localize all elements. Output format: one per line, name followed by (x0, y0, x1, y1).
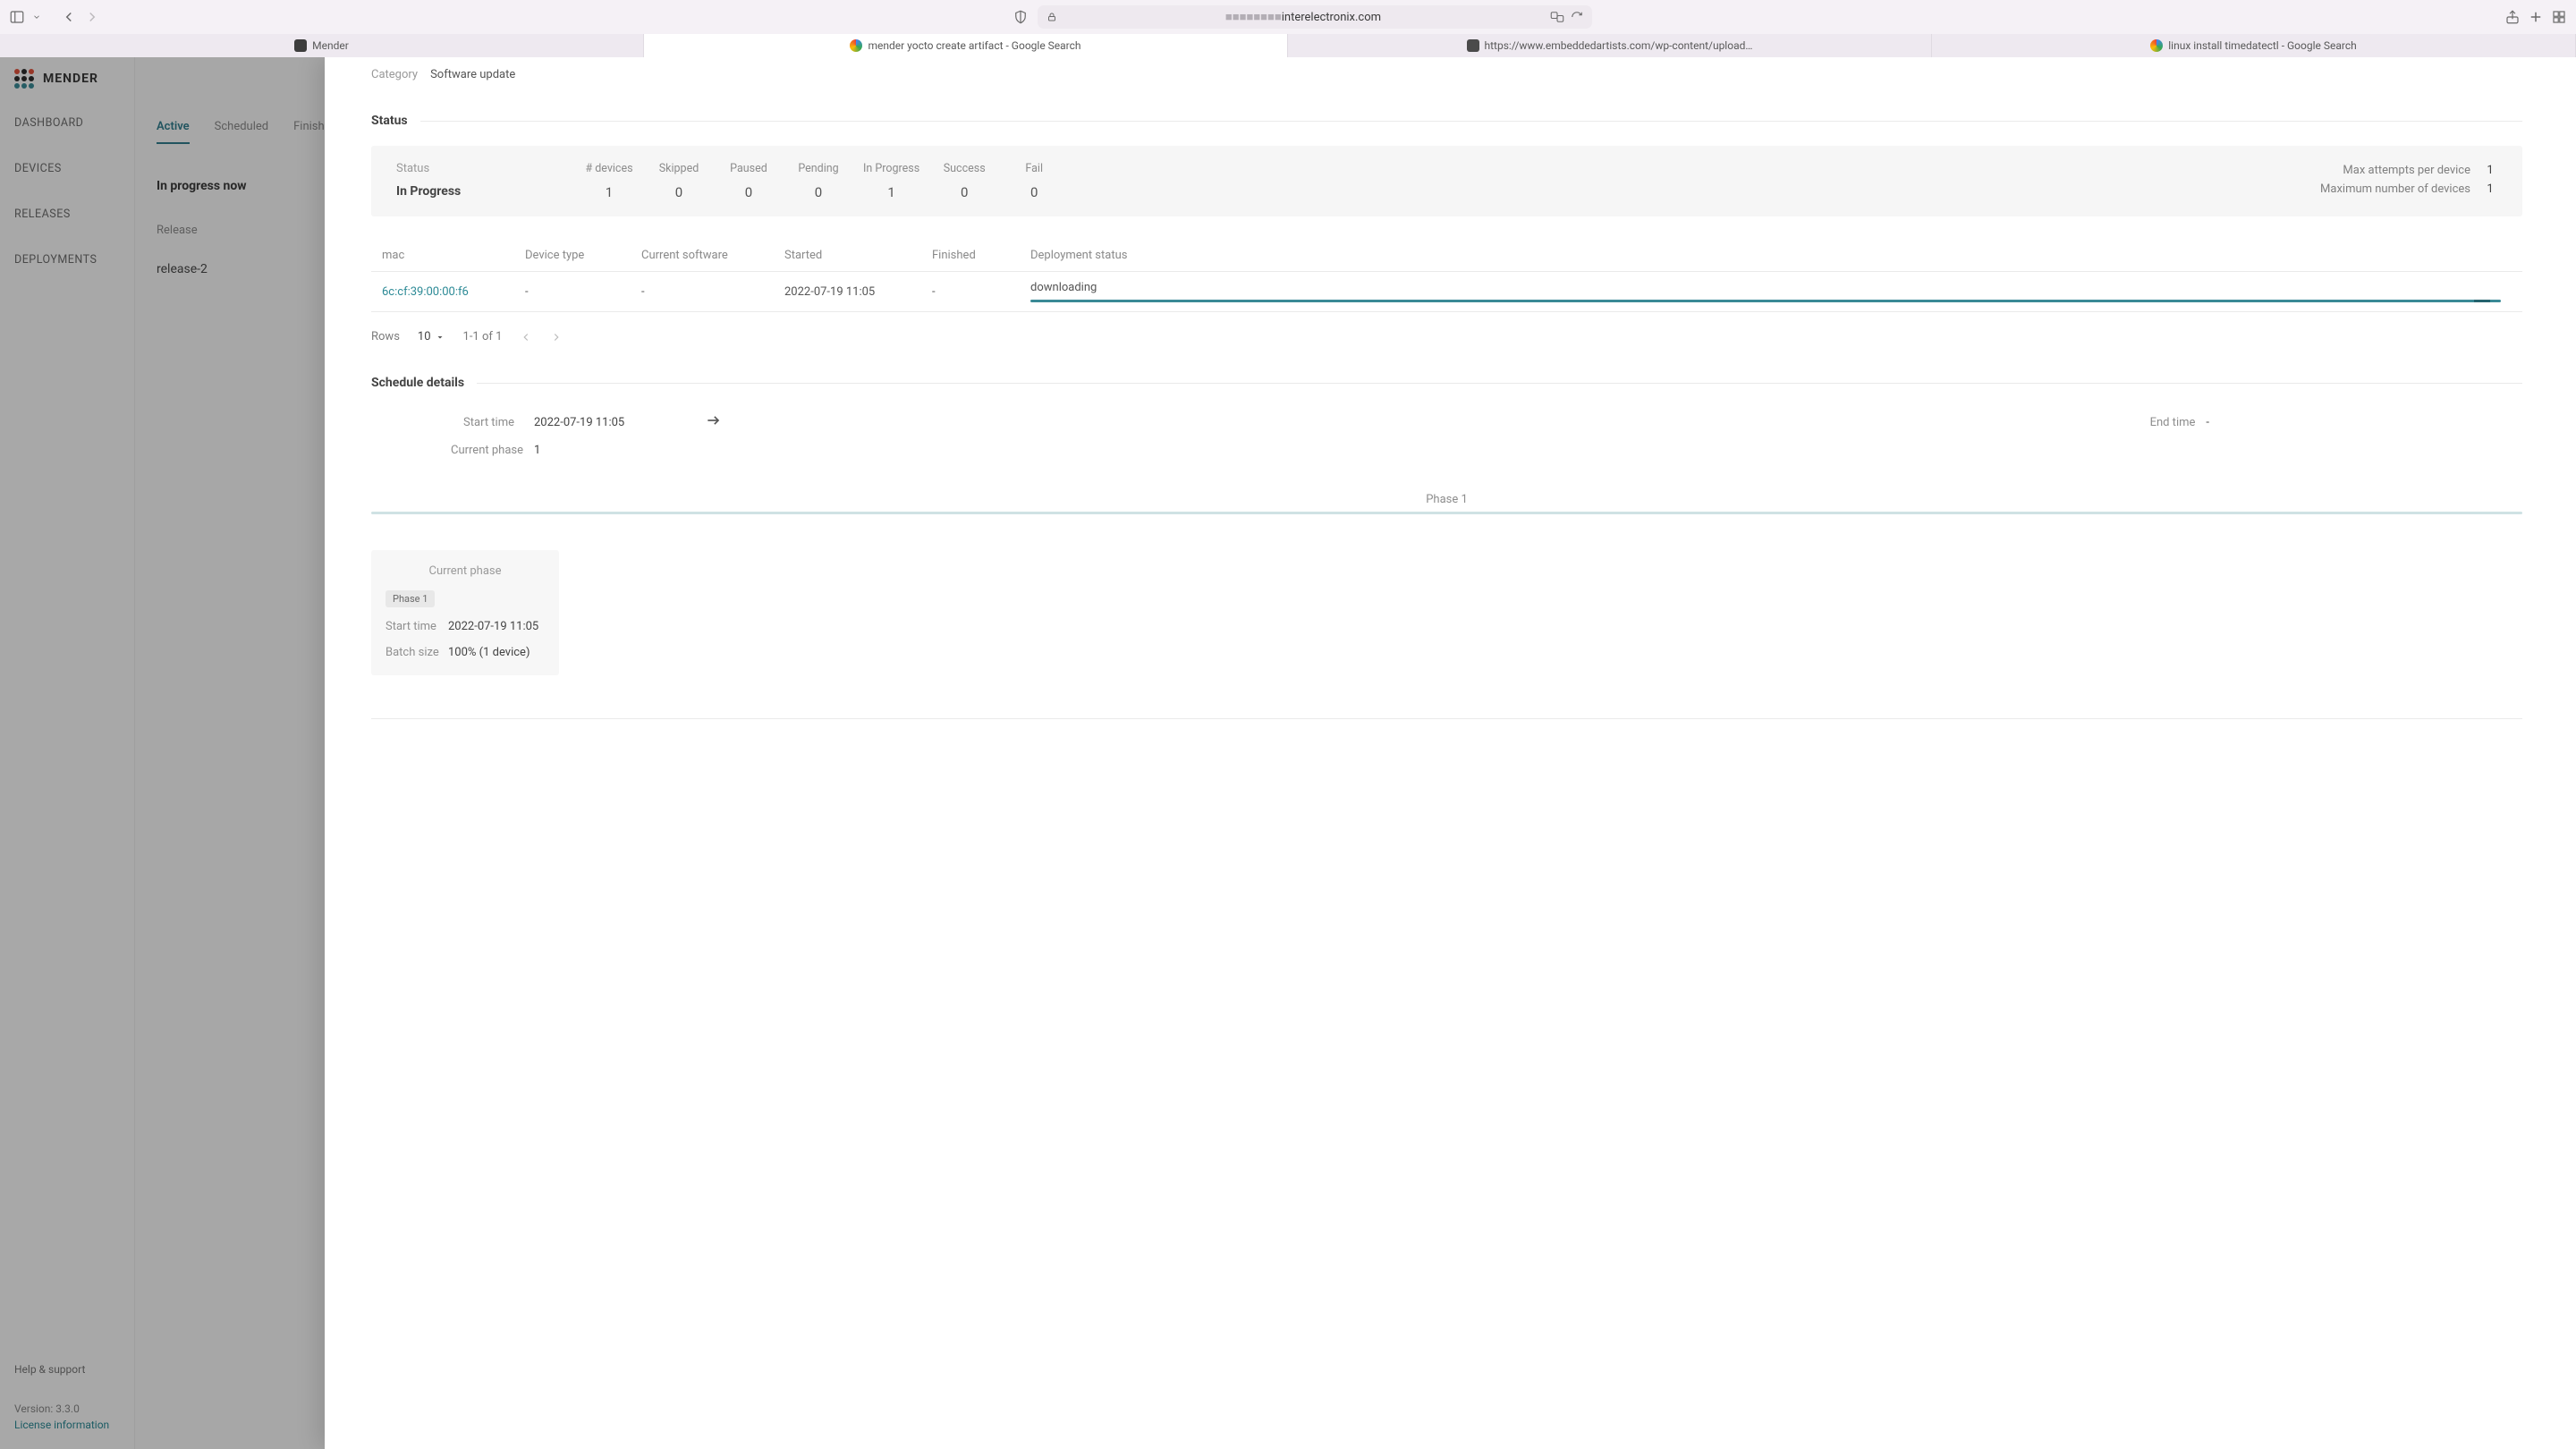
favicon-icon (850, 39, 862, 52)
page-prev-icon[interactable] (520, 331, 532, 343)
browser-tab[interactable]: https://www.embeddedartists.com/wp-conte… (1288, 34, 1932, 57)
rows-value: 10 (418, 330, 431, 343)
phase-strip-label: Phase 1 (371, 493, 2522, 512)
new-tab-icon[interactable] (2528, 9, 2544, 25)
table-header: Deployment status (1030, 249, 2512, 262)
count-value: 1 (863, 184, 919, 200)
table-cell: - (525, 285, 641, 299)
table-cell: 2022-07-19 11:05 (784, 285, 932, 299)
count-value: 0 (1009, 184, 1059, 200)
table-pagination: Rows 10 1-1 of 1 (371, 330, 2522, 343)
phase-strip-bar (371, 512, 2522, 514)
rows-select[interactable]: 10 (418, 330, 445, 343)
category-value: Software update (430, 68, 515, 81)
table-row[interactable]: 6c:cf:39:00:00:f6 - - 2022-07-19 11:05 -… (371, 272, 2522, 312)
address-bar[interactable]: ■■■■■■■■interelectronix.com (1038, 5, 1592, 29)
status-value: In Progress (396, 184, 575, 199)
schedule-section-title: Schedule details (371, 376, 464, 390)
browser-tab[interactable]: linux install timedatectl - Google Searc… (1932, 34, 2576, 57)
max-attempts-value: 1 (2483, 164, 2497, 177)
end-time-label: End time (2150, 416, 2196, 429)
max-devices-label: Maximum number of devices (2320, 182, 2470, 196)
count-value: 0 (724, 184, 774, 200)
phase-batch-label: Batch size (386, 646, 439, 659)
chevron-down-icon[interactable] (32, 9, 41, 25)
category-label: Category (371, 68, 418, 81)
devices-table: mac Device type Current software Started… (371, 240, 2522, 312)
count-header: Paused (724, 162, 774, 175)
favicon-icon (294, 39, 307, 52)
sidebar-toggle-icon[interactable] (9, 9, 25, 25)
count-header: Success (939, 162, 989, 175)
tab-overview-icon[interactable] (2551, 9, 2567, 25)
status-section-title: Status (371, 114, 408, 128)
nav-back-icon[interactable] (61, 9, 77, 25)
count-header: # devices (584, 162, 634, 175)
table-header: Current software (641, 249, 784, 262)
table-header: Device type (525, 249, 641, 262)
table-header: Finished (932, 249, 1030, 262)
table-header: mac (382, 249, 525, 262)
browser-tab-strip: Mender mender yocto create artifact - Go… (0, 34, 2576, 57)
divider (477, 383, 2522, 384)
status-label: Status (396, 162, 575, 175)
start-time-label: Start time (371, 416, 523, 429)
browser-tab-label: mender yocto create artifact - Google Se… (868, 39, 1080, 52)
count-value: 0 (939, 184, 989, 200)
current-phase-value: 1 (534, 444, 540, 457)
table-cell: - (641, 285, 784, 299)
count-header: Fail (1009, 162, 1059, 175)
max-attempts-label: Max attempts per device (2343, 164, 2470, 177)
phase-start-label: Start time (386, 620, 439, 633)
translate-icon[interactable] (1549, 9, 1565, 25)
share-icon[interactable] (2504, 9, 2521, 25)
pagination-range: 1-1 of 1 (463, 330, 503, 343)
phase-pill: Phase 1 (386, 590, 435, 607)
count-value: 0 (793, 184, 843, 200)
nav-forward-icon[interactable] (84, 9, 100, 25)
start-time-value: 2022-07-19 11:05 (534, 416, 624, 429)
phase-card-header: Current phase (386, 564, 545, 578)
device-mac-link[interactable]: 6c:cf:39:00:00:f6 (382, 285, 469, 299)
deployment-detail-panel: Category Software update Status Status I… (325, 57, 2576, 1449)
arrow-right-icon (705, 411, 723, 433)
browser-tab[interactable]: Mender (0, 34, 644, 57)
reload-icon[interactable] (1571, 9, 1583, 25)
count-header: In Progress (863, 162, 919, 175)
deployment-status-text: downloading (1030, 281, 1097, 294)
current-phase-label: Current phase (371, 444, 523, 457)
status-card: Status In Progress # devices 1 Skipped 0 P… (371, 146, 2522, 216)
chevron-down-icon (435, 332, 445, 343)
rows-label: Rows (371, 330, 400, 343)
browser-tab-label: Mender (312, 39, 349, 52)
max-devices-value: 1 (2483, 182, 2497, 196)
progress-bar (1030, 300, 2501, 302)
browser-tab-label: https://www.embeddedartists.com/wp-conte… (1485, 39, 1753, 52)
favicon-icon (1467, 39, 1479, 52)
lock-icon (1046, 12, 1057, 22)
count-value: 1 (584, 184, 634, 200)
browser-tab-label: linux install timedatectl - Google Searc… (2168, 39, 2356, 52)
divider (420, 121, 2522, 122)
count-value: 0 (654, 184, 704, 200)
phase-start-value: 2022-07-19 11:05 (448, 620, 538, 633)
favicon-icon (2150, 39, 2163, 52)
table-cell: - (932, 285, 1030, 299)
privacy-shield-icon[interactable] (1013, 9, 1029, 25)
divider (371, 718, 2522, 719)
count-header: Skipped (654, 162, 704, 175)
end-time-value: - (2206, 416, 2209, 429)
phase-batch-value: 100% (1 device) (448, 646, 530, 659)
page-next-icon[interactable] (550, 331, 563, 343)
table-header: Started (784, 249, 932, 262)
browser-tab[interactable]: mender yocto create artifact - Google Se… (644, 34, 1288, 57)
phase-card: Current phase Phase 1 Start time 2022-07-… (371, 550, 559, 675)
count-header: Pending (793, 162, 843, 175)
address-text: ■■■■■■■■interelectronix.com (1063, 10, 1544, 24)
